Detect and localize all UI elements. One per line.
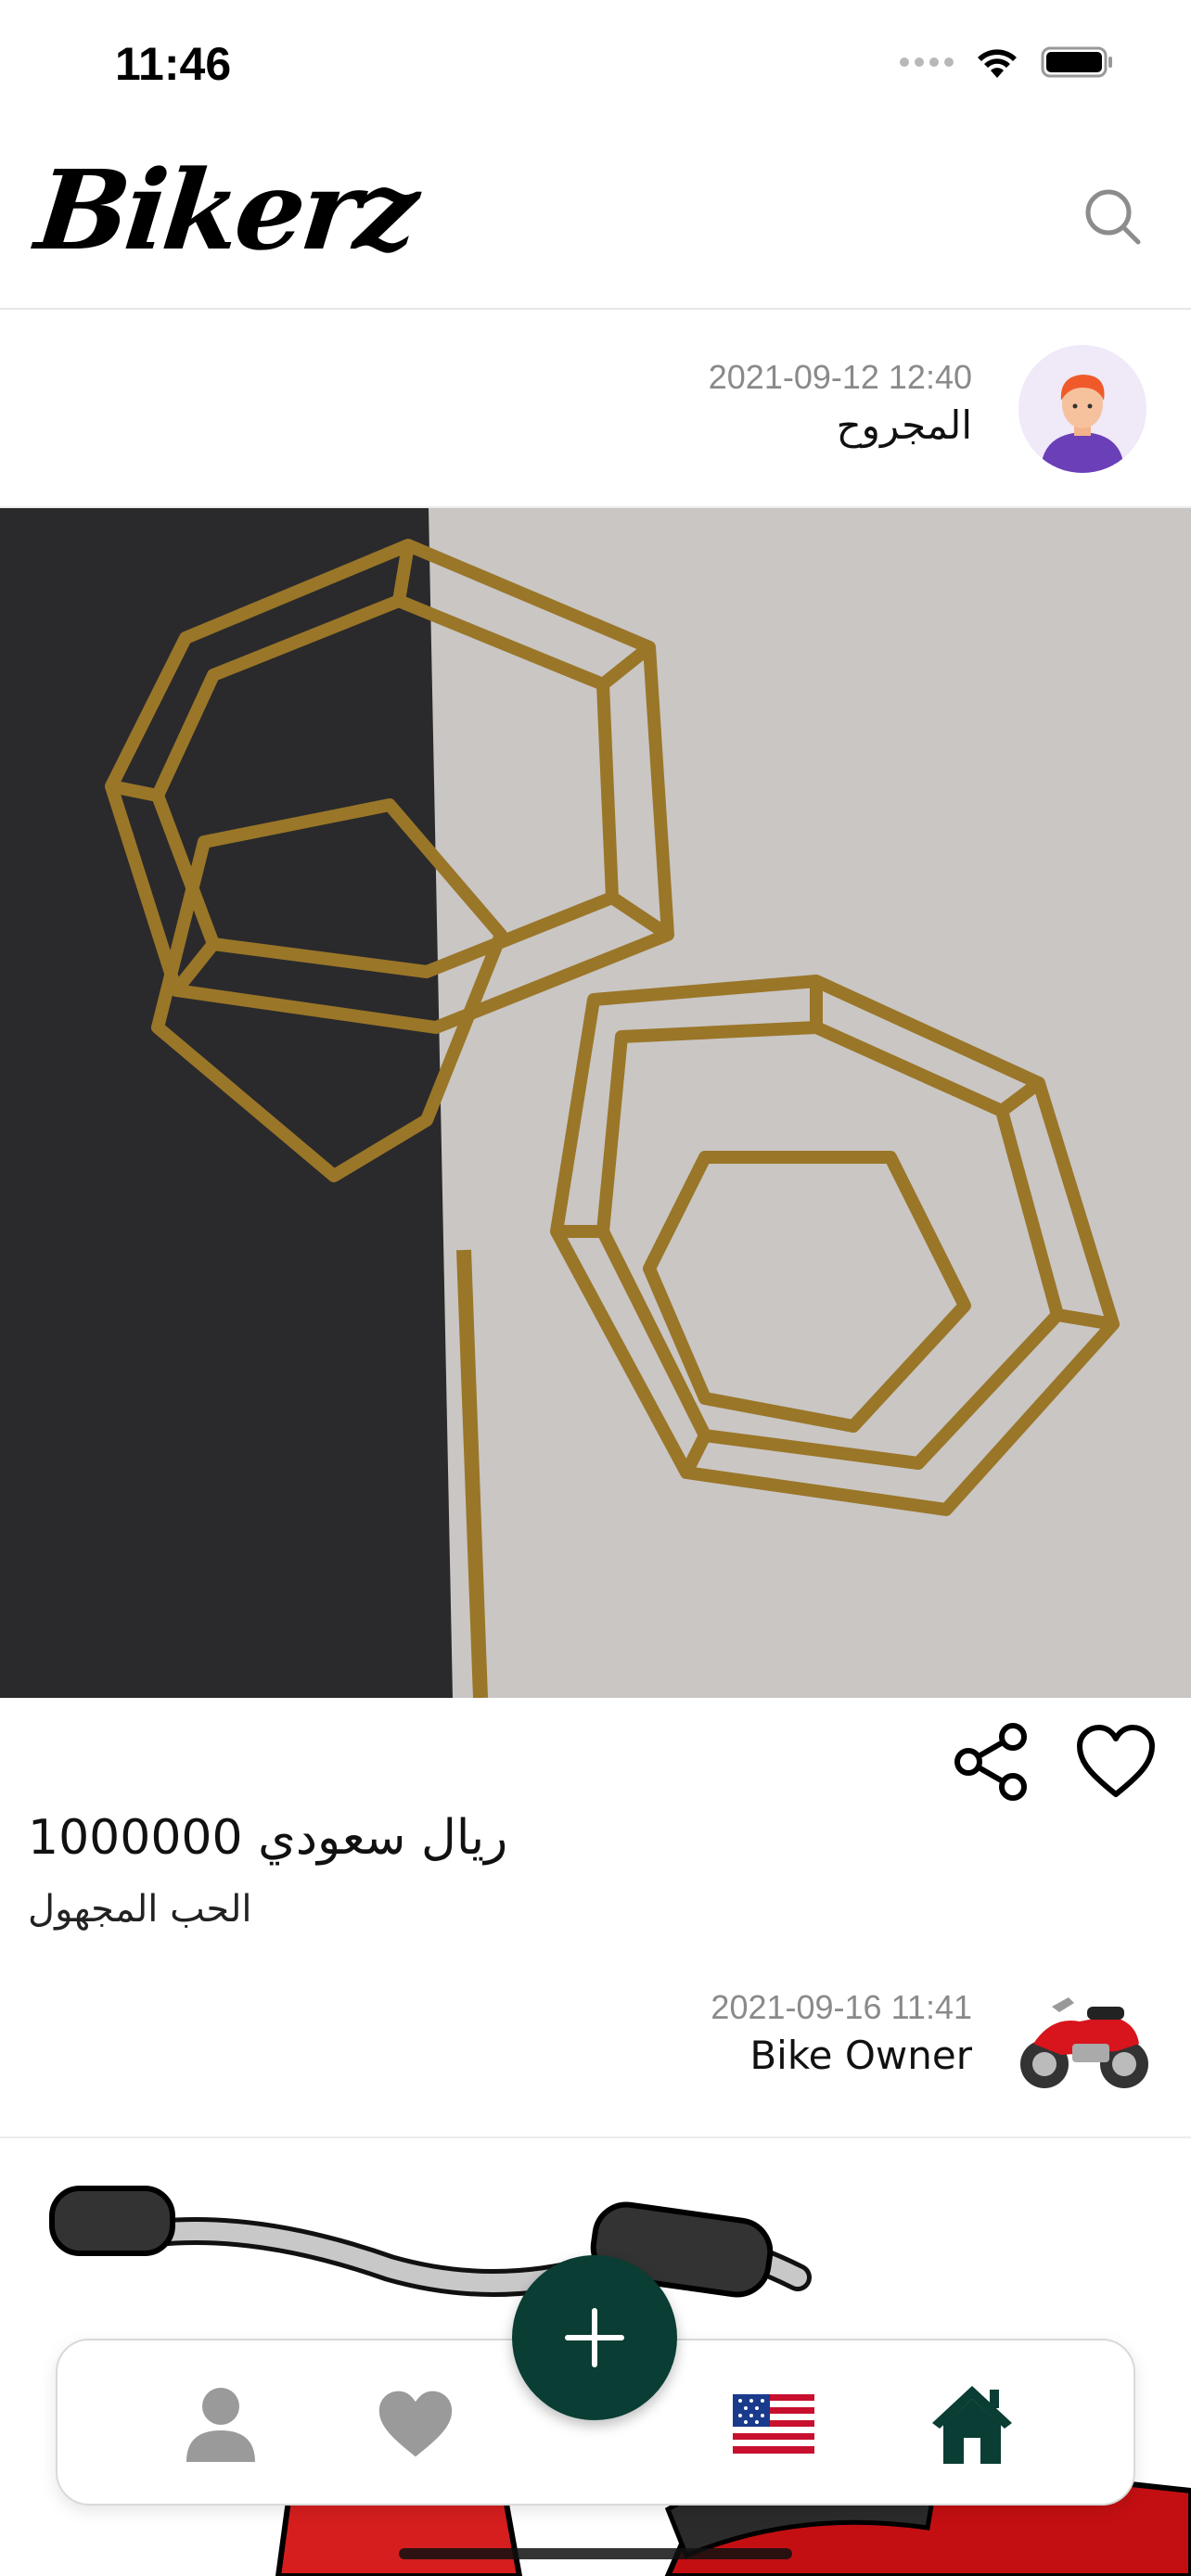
post-header[interactable]: 2021-09-12 12:40 المجروح: [0, 312, 1191, 508]
nav-home[interactable]: [926, 2378, 1018, 2470]
post-date: 2021-09-12 12:40: [708, 358, 972, 396]
post-price: 1000000 ريال سعودي: [28, 1810, 508, 1866]
motorcycle-avatar-icon[interactable]: [1015, 1979, 1154, 2099]
battery-icon: [1041, 46, 1112, 78]
post-title: الحب المجهول: [28, 1888, 252, 1931]
heart-icon: [378, 2391, 453, 2457]
person-avatar-icon[interactable]: [1018, 345, 1146, 473]
post-date: 2021-09-16 11:41: [711, 1988, 972, 2026]
share-button[interactable]: [950, 1720, 1033, 1804]
nav-profile[interactable]: [174, 2378, 267, 2470]
post-actions: [0, 1698, 1191, 1828]
post-header[interactable]: 2021-09-16 11:41 Bike Owner: [0, 1942, 1191, 2138]
nav-favorites[interactable]: [369, 2378, 462, 2470]
home-icon: [932, 2386, 1012, 2464]
cellular-signal-icon: [900, 57, 954, 67]
add-post-button[interactable]: [512, 2255, 677, 2420]
us-flag-icon: [733, 2394, 814, 2454]
home-indicator: [399, 2548, 792, 2559]
like-button[interactable]: [1074, 1720, 1158, 1804]
post-meta: 2021-09-16 11:41 Bike Owner: [711, 1988, 972, 2078]
search-icon: [1085, 189, 1141, 245]
post-author: Bike Owner: [749, 2033, 972, 2078]
status-time: 11:46: [115, 38, 232, 90]
add-icon: [565, 2308, 624, 2367]
app-header: Bikerz: [0, 130, 1191, 310]
wifi-icon: [978, 49, 1017, 78]
profile-icon: [186, 2388, 255, 2462]
share-icon: [954, 1723, 1027, 1801]
status-bar: 11:46: [0, 0, 1191, 130]
post-image[interactable]: [0, 508, 1191, 1698]
post-author: المجروح: [836, 402, 972, 448]
nav-language[interactable]: [727, 2378, 820, 2470]
app-logo: Bikerz: [30, 146, 421, 274]
search-button[interactable]: [1076, 180, 1150, 254]
heart-outline-icon: [1077, 1725, 1155, 1797]
post-meta: 2021-09-12 12:40 المجروح: [709, 358, 972, 448]
status-icons: [900, 45, 1115, 80]
